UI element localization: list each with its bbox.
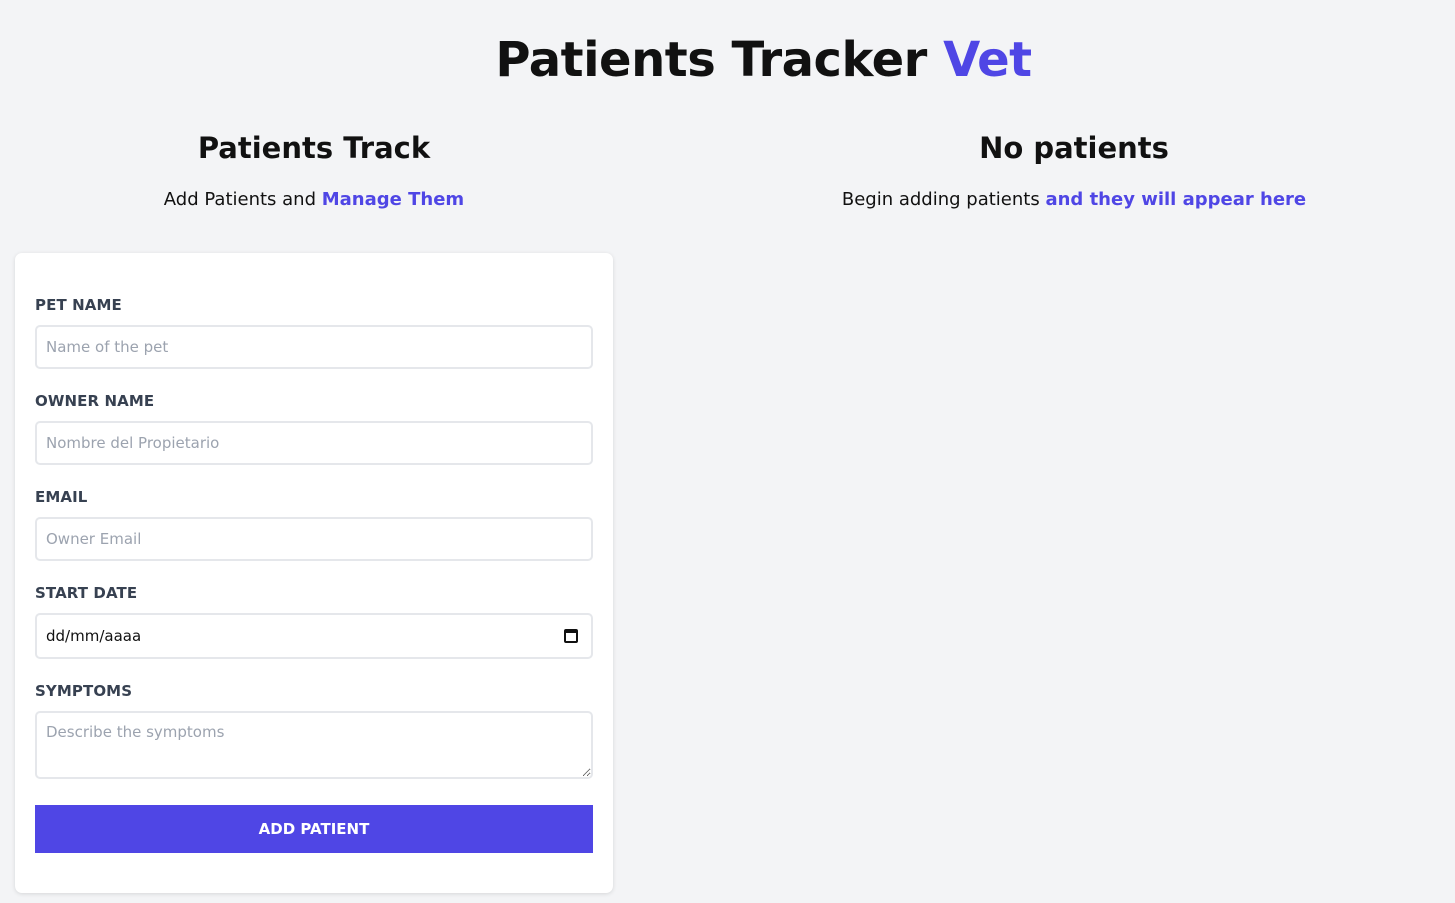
form-subtitle-accent: Manage Them <box>321 189 465 210</box>
email-input[interactable] <box>35 517 593 561</box>
app-title-main: Patients Tracker <box>495 32 927 88</box>
symptoms-textarea[interactable] <box>35 711 593 779</box>
pet-name-label: Pet Name <box>35 296 122 314</box>
patient-form: Pet Name Owner Name Email Start Date dd/… <box>15 253 613 893</box>
start-date-input[interactable]: dd/mm/aaaa <box>35 613 593 659</box>
form-section-title: Patients Track <box>197 131 431 165</box>
form-section-subtitle: Add Patients and Manage Them <box>15 187 613 213</box>
add-patient-button[interactable]: Add Patient <box>35 805 593 853</box>
owner-name-input[interactable] <box>35 421 593 465</box>
form-section-header: Patients Track Add Patients and Manage T… <box>15 128 613 213</box>
owner-name-label: Owner Name <box>35 392 155 410</box>
patients-list-section: No patients Begin adding patients and th… <box>693 128 1455 213</box>
email-label: Email <box>35 488 88 506</box>
form-subtitle-plain: Add Patients and <box>163 189 317 210</box>
calendar-icon[interactable] <box>564 629 578 643</box>
patients-list-subtitle: Begin adding patients and they will appe… <box>693 187 1455 213</box>
start-date-label: Start Date <box>35 584 138 602</box>
pet-name-input[interactable] <box>35 325 593 369</box>
patients-list-title: No patients <box>979 131 1169 165</box>
symptoms-label: Symptoms <box>35 682 133 700</box>
list-subtitle-accent: and they will appear here <box>1045 189 1307 210</box>
app-title-accent: Vet <box>943 32 1032 88</box>
app-title: Patients Tracker Vet <box>0 30 1455 90</box>
list-subtitle-plain: Begin adding patients <box>841 189 1040 210</box>
start-date-display: dd/mm/aaaa <box>46 627 142 645</box>
